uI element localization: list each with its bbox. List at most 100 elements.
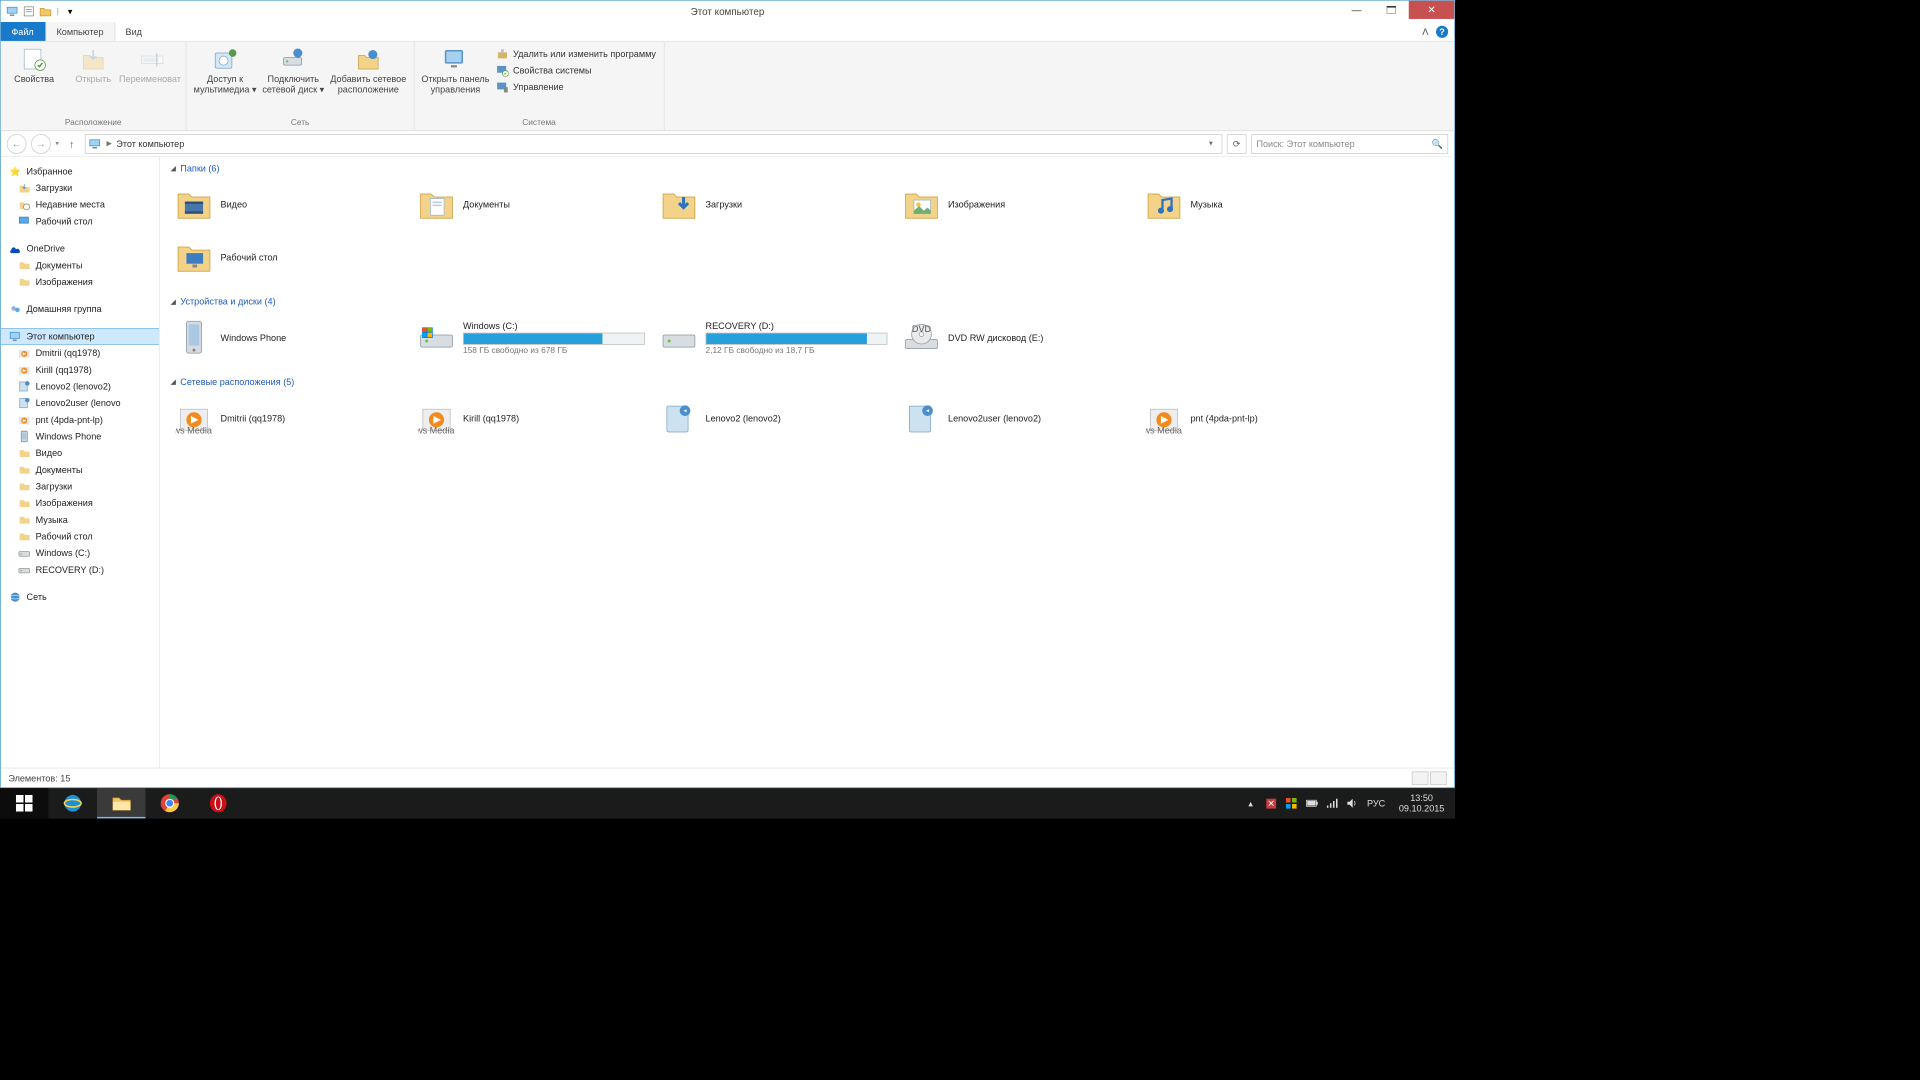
nav-pc-item[interactable]: Рабочий стол (1, 528, 159, 545)
folder-icon (175, 186, 213, 224)
back-button[interactable]: ← (7, 134, 27, 154)
address-dropdown-icon[interactable]: ▾ (1203, 139, 1218, 147)
folder-icon (418, 186, 456, 224)
minimize-button[interactable]: — (1339, 1, 1374, 19)
breadcrumb[interactable]: Этот компьютер (116, 138, 184, 149)
folder-item[interactable]: Видео (171, 180, 413, 230)
tray-app-icon[interactable] (1285, 797, 1298, 810)
tray-network-icon[interactable] (1326, 797, 1339, 810)
tray-security-icon[interactable]: ✕ (1265, 797, 1278, 810)
folder-item[interactable]: Изображения (898, 180, 1140, 230)
item-dvd-drive[interactable]: DVDDVD RW дисковод (E:) (898, 313, 1140, 363)
nav-pc-item[interactable]: pnt (4pda-pnt-lp) (1, 411, 159, 428)
folder-item[interactable]: Рабочий стол (171, 233, 413, 283)
new-folder-icon[interactable] (39, 5, 53, 19)
item-drive-c[interactable]: Windows (C:)158 ГБ свободно из 678 ГБ (413, 313, 655, 363)
computer-icon (5, 5, 19, 19)
folder-item[interactable]: Загрузки (655, 180, 897, 230)
item-drive-d[interactable]: RECOVERY (D:)2,12 ГБ свободно из 18,7 ГБ (655, 313, 897, 363)
nav-favorites[interactable]: ⭐Избранное (1, 163, 159, 180)
close-button[interactable]: ✕ (1409, 1, 1454, 19)
media-access-button[interactable]: Доступ к мультимедиа ▾ (191, 45, 259, 97)
map-network-drive-button[interactable]: Подключить сетевой диск ▾ (261, 45, 326, 97)
nav-onedrive-pics[interactable]: Изображения (1, 274, 159, 291)
nav-pc-item[interactable]: Lenovo2 (lenovo2) (1, 378, 159, 395)
homegroup-icon (8, 302, 22, 316)
nav-pc-item[interactable]: Загрузки (1, 478, 159, 495)
nav-item-icon (17, 413, 31, 427)
tab-file[interactable]: Файл (1, 22, 45, 41)
network-location-item[interactable]: Windows Media PlayerDmitrii (qq1978) (171, 393, 413, 443)
tab-view[interactable]: Вид (115, 22, 153, 41)
up-button[interactable]: ↑ (63, 135, 80, 152)
search-icon: 🔍 (1432, 138, 1443, 149)
start-button[interactable] (0, 788, 48, 818)
properties-button[interactable]: Свойства (5, 45, 63, 86)
nav-network[interactable]: Сеть (1, 589, 159, 606)
nav-pc-item[interactable]: Dmitrii (qq1978) (1, 345, 159, 362)
section-network-header[interactable]: ◢Сетевые расположения (5) (171, 377, 1444, 388)
search-input[interactable]: Поиск: Этот компьютер🔍 (1251, 134, 1448, 154)
help-icon[interactable]: ? (1436, 25, 1448, 37)
nav-onedrive[interactable]: OneDrive (1, 240, 159, 257)
nav-recent[interactable]: Недавние места (1, 196, 159, 213)
address-bar[interactable]: ▶ Этот компьютер ▾ (85, 134, 1223, 154)
qat-dropdown-icon[interactable]: ▾ (63, 5, 77, 19)
nav-pc-item[interactable]: Kirill (qq1978) (1, 361, 159, 378)
nav-downloads[interactable]: Загрузки (1, 180, 159, 197)
nav-pc-item[interactable]: Изображения (1, 495, 159, 512)
network-location-item[interactable]: Windows Media Playerpnt (4pda-pnt-lp) (1140, 393, 1382, 443)
tray-show-hidden-icon[interactable]: ▴ (1244, 797, 1257, 810)
manage-button[interactable]: Управление (493, 80, 659, 95)
ribbon-collapse-icon[interactable]: ᐱ (1422, 26, 1428, 37)
nav-pc-item[interactable]: Видео (1, 445, 159, 462)
tray-clock[interactable]: 13:5009.10.2015 (1393, 792, 1451, 814)
window-title: Этот компьютер (1, 6, 1454, 17)
properties-icon[interactable] (22, 5, 36, 19)
nav-homegroup[interactable]: Домашняя группа (1, 301, 159, 318)
address-bar-row: ← → ▾ ↑ ▶ Этот компьютер ▾ ⟳ Поиск: Этот… (1, 131, 1454, 157)
forward-button[interactable]: → (31, 134, 51, 154)
nav-pc-item[interactable]: RECOVERY (D:) (1, 562, 159, 579)
collapse-icon: ◢ (171, 378, 176, 386)
nav-pc-item[interactable]: Lenovo2user (lenovo (1, 395, 159, 412)
history-dropdown-icon[interactable]: ▾ (55, 139, 58, 147)
nav-pc-item[interactable]: Документы (1, 462, 159, 479)
tray-volume-icon[interactable] (1347, 797, 1360, 810)
open-button[interactable]: Открыть (64, 45, 122, 86)
taskbar-opera[interactable] (194, 788, 242, 818)
details-view-button[interactable] (1412, 771, 1429, 785)
folder-item[interactable]: Музыка (1140, 180, 1382, 230)
uninstall-program-button[interactable]: Удалить или изменить программу (493, 46, 659, 61)
folder-icon (660, 186, 698, 224)
add-network-location-button[interactable]: Добавить сетевое расположение (327, 45, 409, 97)
maximize-button[interactable] (1374, 1, 1409, 19)
tab-computer[interactable]: Компьютер (45, 22, 115, 41)
network-location-item[interactable]: Windows Media PlayerKirill (qq1978) (413, 393, 655, 443)
rename-button[interactable]: Переименовать (124, 45, 182, 86)
nav-this-pc[interactable]: Этот компьютер (1, 328, 159, 345)
nav-pc-item[interactable]: Windows Phone (1, 428, 159, 445)
network-location-item[interactable]: Lenovo2user (lenovo2) (898, 393, 1140, 443)
section-devices-header[interactable]: ◢Устройства и диски (4) (171, 296, 1444, 307)
system-tray: ▴ ✕ РУС 13:5009.10.2015 (1240, 788, 1455, 818)
folder-item[interactable]: Документы (413, 180, 655, 230)
taskbar-explorer[interactable] (97, 788, 145, 818)
collapse-icon: ◢ (171, 164, 176, 172)
system-properties-button[interactable]: Свойства системы (493, 63, 659, 78)
nav-pc-item[interactable]: Windows (C:) (1, 545, 159, 562)
tiles-view-button[interactable] (1430, 771, 1447, 785)
control-panel-button[interactable]: Открыть панель управления (419, 45, 492, 97)
tray-language[interactable]: РУС (1367, 798, 1385, 809)
nav-pc-item[interactable]: Музыка (1, 512, 159, 529)
refresh-button[interactable]: ⟳ (1227, 134, 1247, 154)
breadcrumb-separator-icon[interactable]: ▶ (106, 139, 111, 147)
network-location-item[interactable]: Lenovo2 (lenovo2) (655, 393, 897, 443)
nav-onedrive-docs[interactable]: Документы (1, 257, 159, 274)
nav-desktop[interactable]: Рабочий стол (1, 213, 159, 230)
section-folders-header[interactable]: ◢Папки (6) (171, 163, 1444, 174)
item-windows-phone[interactable]: Windows Phone (171, 313, 413, 363)
taskbar-ie[interactable] (48, 788, 96, 818)
taskbar-chrome[interactable] (145, 788, 193, 818)
tray-battery-icon[interactable] (1306, 797, 1319, 810)
